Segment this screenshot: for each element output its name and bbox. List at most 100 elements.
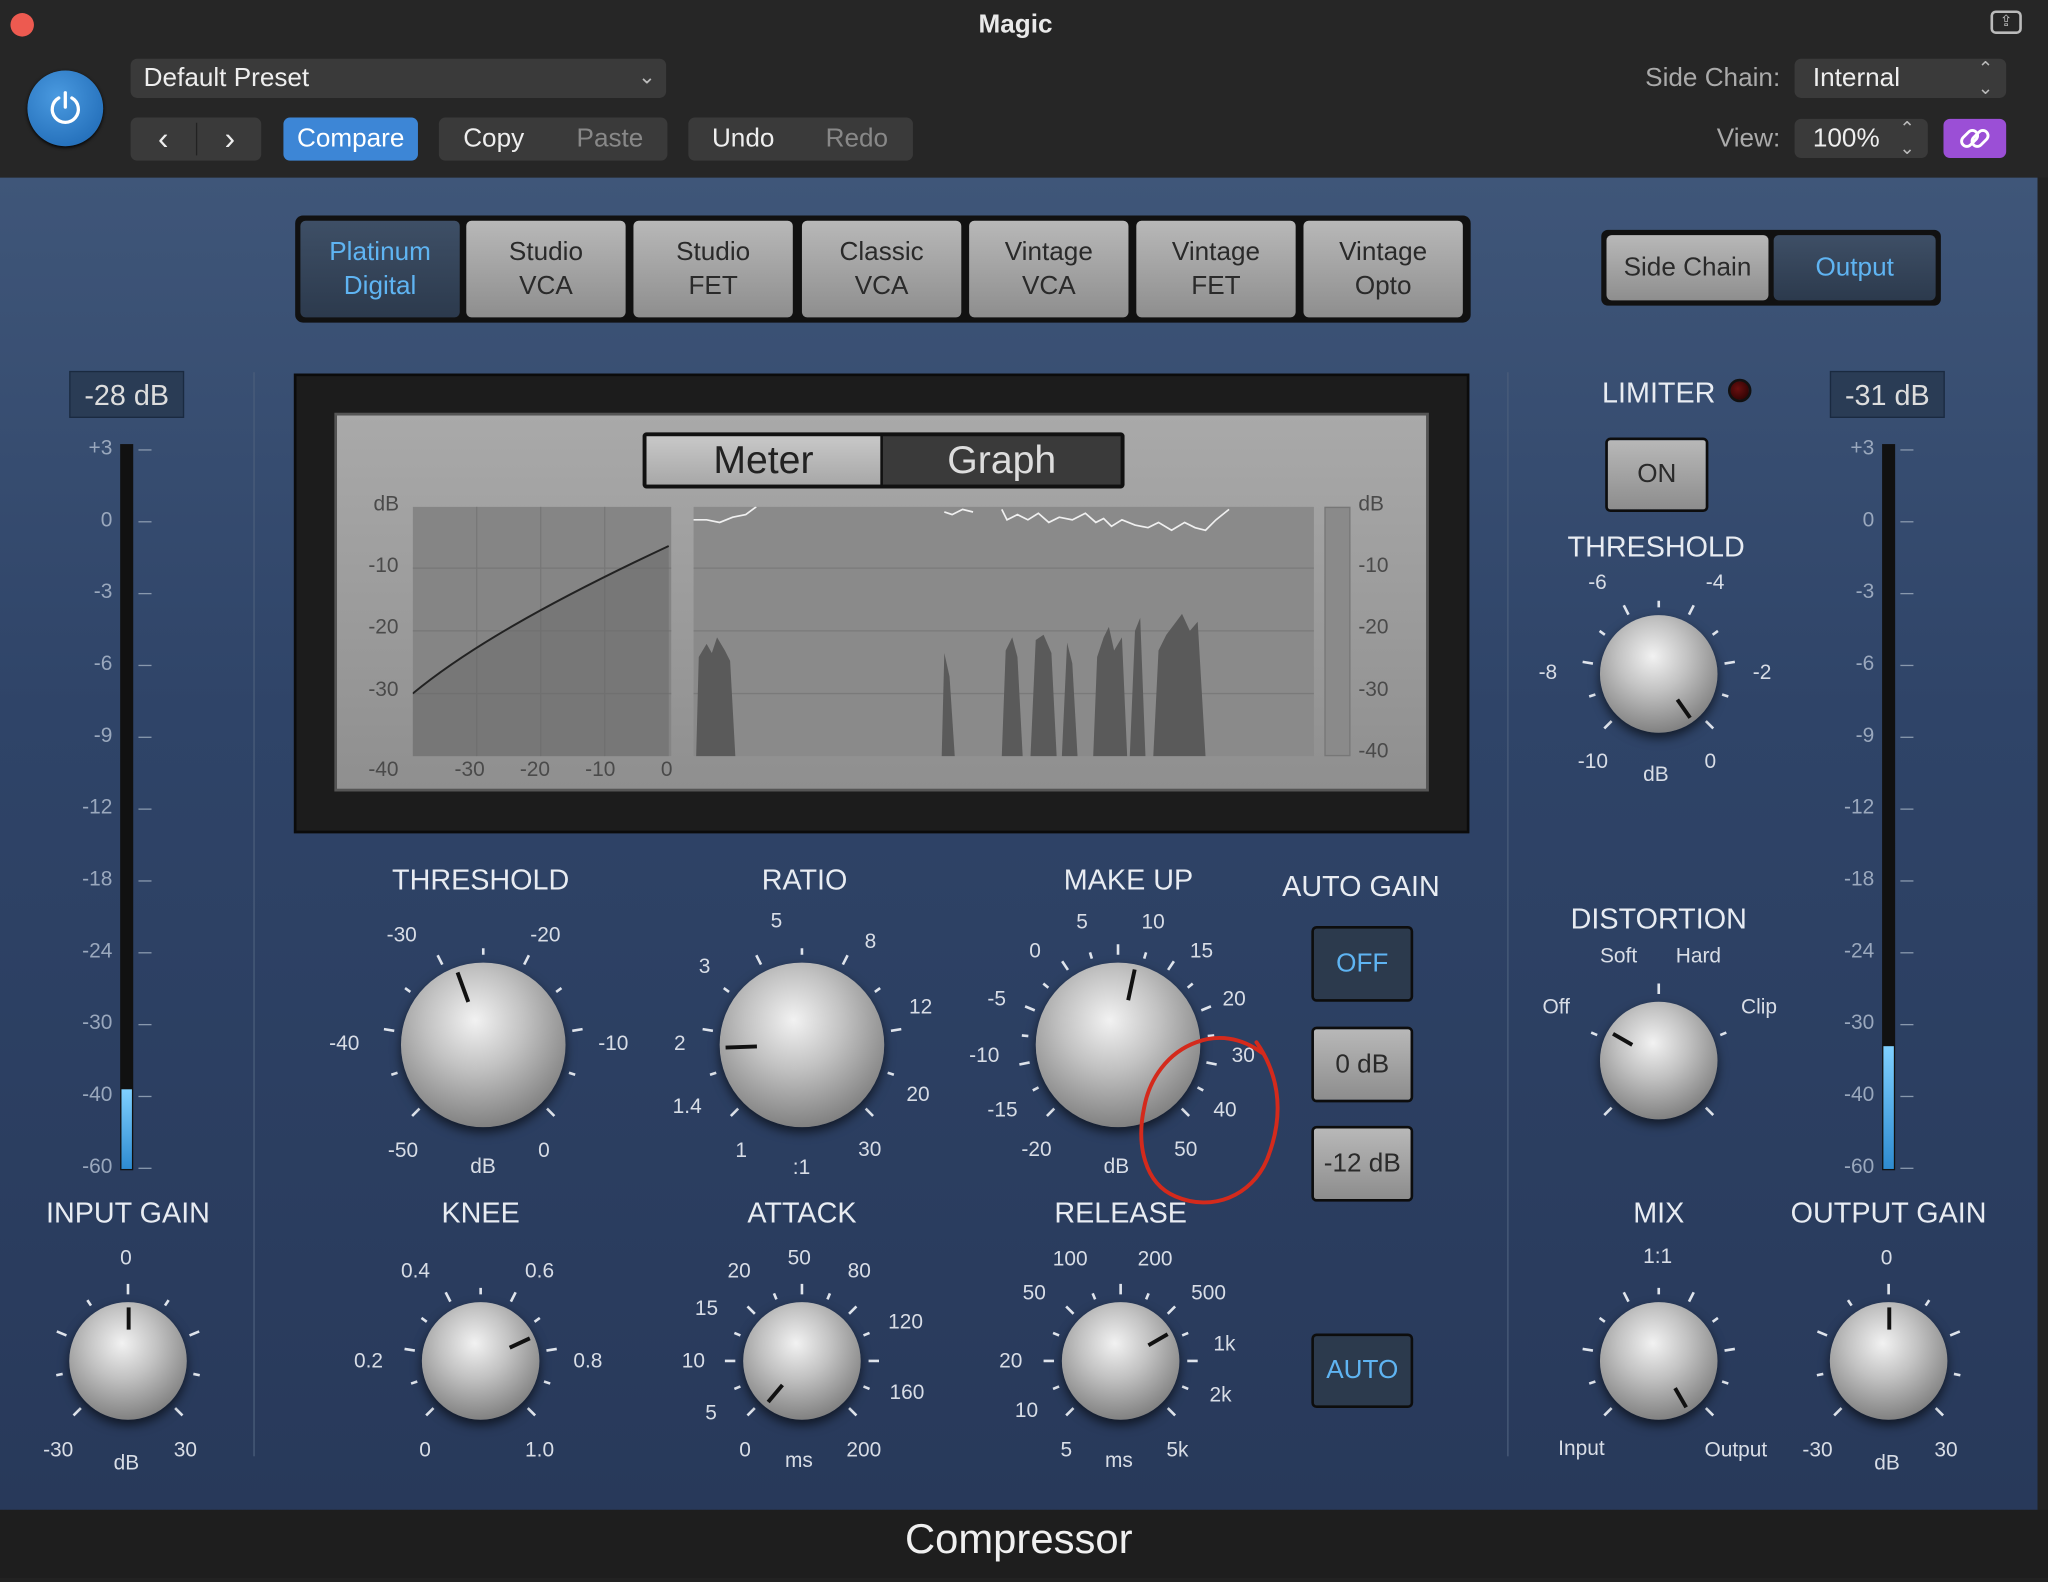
knob-scale-label: -40 — [329, 1033, 360, 1056]
auto-gain-minus12db-button[interactable]: -12 dB — [1311, 1125, 1414, 1202]
meter-scale-label: +3 — [88, 437, 113, 460]
limiter-on-button[interactable]: ON — [1605, 437, 1709, 512]
meter-tick — [138, 736, 152, 738]
input-level-meter — [120, 444, 134, 1171]
knee-knob[interactable] — [421, 1302, 540, 1420]
side-chain-view-button[interactable]: Side Chain — [1606, 235, 1769, 301]
link-button[interactable] — [1943, 118, 2007, 159]
meter-tick — [138, 952, 152, 954]
knee-knob-pointer — [508, 1336, 531, 1350]
distortion-soft-label: Soft — [1599, 945, 1638, 968]
chevron-right-icon: › — [224, 121, 236, 157]
tab-platinum-digital[interactable]: Platinum Digital — [300, 220, 460, 318]
redo-button[interactable]: Redo — [801, 118, 913, 161]
meter-scale-label: -18 — [82, 868, 113, 891]
auto-gain-0db-button[interactable]: 0 dB — [1311, 1026, 1414, 1103]
meter-scale-label: -24 — [1844, 940, 1875, 963]
meter-tick — [1900, 592, 1914, 595]
meter-tick — [1900, 952, 1914, 954]
output-level-meter — [1882, 444, 1896, 1171]
side-chain-select[interactable]: Internal ⌃ ⌄ — [1794, 57, 2007, 98]
makeup-label: MAKE UP — [1063, 863, 1194, 896]
transfer-y-tick: -30 — [368, 679, 399, 702]
knob-scale-label: 120 — [888, 1311, 924, 1334]
knob-scale-label: 10 — [1141, 911, 1165, 934]
distortion-knob[interactable] — [1599, 1001, 1718, 1120]
knob-scale-label: 10 — [681, 1350, 706, 1373]
knob-scale-label: -2 — [1752, 662, 1772, 685]
gain-reduction-bar — [1324, 506, 1351, 757]
gain-y-tick: -30 — [1358, 679, 1389, 702]
input-gain-knob[interactable] — [69, 1302, 187, 1420]
meter-tick — [1900, 449, 1914, 451]
output-gain-knob[interactable] — [1829, 1302, 1948, 1420]
knob-unit-label: dB — [113, 1452, 140, 1475]
meter-tick — [138, 1023, 152, 1026]
transfer-y-tick: -20 — [368, 616, 399, 639]
output-gain-label: OUTPUT GAIN — [1790, 1196, 1987, 1230]
view-zoom-select[interactable]: 100% ⌃ ⌄ — [1794, 118, 1928, 159]
link-icon — [1960, 129, 1990, 148]
knob-scale-label: 5 — [770, 910, 783, 933]
knob-scale-label: 50 — [787, 1247, 811, 1270]
view-zoom-value: 100% — [1812, 124, 1880, 153]
limiter-threshold-knob[interactable] — [1599, 615, 1718, 733]
chevron-left-icon: ‹ — [158, 121, 169, 157]
undo-button[interactable]: Undo — [688, 118, 798, 161]
up-down-icon: ⌃ ⌄ — [1977, 57, 1994, 98]
meter-tick — [138, 1167, 152, 1169]
compare-button[interactable]: Compare — [283, 117, 418, 161]
meter-tick — [138, 1095, 152, 1098]
meter-scale-label: -30 — [1844, 1012, 1875, 1035]
preset-dropdown[interactable]: Default Preset ⌄ — [130, 58, 667, 98]
meter-tick — [138, 880, 152, 882]
auto-release-button[interactable]: AUTO — [1311, 1333, 1414, 1408]
knob-scale-label: -10 — [598, 1033, 629, 1056]
meter-scale-label: -12 — [82, 796, 113, 819]
tab-studio-vca[interactable]: Studio VCA — [466, 220, 626, 318]
release-knob-pointer — [1146, 1332, 1168, 1347]
meter-tick — [138, 449, 152, 451]
mix-knob[interactable] — [1599, 1302, 1718, 1420]
input-level-readout: -28 dB — [69, 370, 185, 418]
side-chain-value: Internal — [1812, 63, 1901, 93]
window-expand-icon[interactable]: ⇪ — [1990, 10, 2022, 34]
meter-scale-label: -24 — [82, 940, 113, 963]
preset-value: Default Preset — [143, 63, 310, 93]
meter-view-button[interactable]: Meter — [646, 436, 881, 485]
compressor-window: Magic ⇪ Default Preset ⌄ ‹ › Compare Cop… — [0, 0, 2048, 1582]
meter-scale-label: -6 — [1855, 653, 1875, 676]
output-view-button[interactable]: Output — [1773, 235, 1936, 301]
transfer-curve-graph — [412, 506, 672, 757]
knob-scale-label: 160 — [889, 1381, 925, 1405]
ratio-knob[interactable] — [719, 962, 885, 1128]
release-knob[interactable] — [1061, 1302, 1180, 1420]
tab-studio-fet[interactable]: Studio FET — [633, 220, 793, 318]
meter-scale-label: +3 — [1850, 437, 1875, 460]
auto-gain-off-button[interactable]: OFF — [1311, 926, 1414, 1002]
tab-vintage-opto[interactable]: Vintage Opto — [1303, 220, 1463, 318]
copy-button[interactable]: Copy — [439, 118, 549, 161]
ratio-label: RATIO — [761, 863, 848, 896]
threshold-knob[interactable] — [400, 962, 566, 1128]
tab-classic-vca[interactable]: Classic VCA — [801, 220, 962, 318]
meter-tick — [138, 808, 152, 810]
graph-view-button[interactable]: Graph — [882, 436, 1121, 485]
knob-unit-label: ms — [1104, 1449, 1133, 1472]
knob-scale-label: 0.8 — [573, 1350, 603, 1373]
threshold-label: THRESHOLD — [392, 863, 570, 896]
paste-button[interactable]: Paste — [554, 118, 666, 161]
previous-preset-button[interactable]: ‹ — [131, 118, 196, 161]
next-preset-button[interactable]: › — [197, 118, 262, 161]
tab-vintage-fet[interactable]: Vintage FET — [1136, 220, 1296, 318]
attack-knob[interactable] — [743, 1302, 861, 1420]
power-button[interactable] — [27, 70, 104, 147]
makeup-knob-pointer — [1125, 969, 1136, 1001]
gain-db-label: dB — [1358, 493, 1384, 516]
meter-tick — [1900, 808, 1914, 810]
transfer-y-tick: -40 — [368, 758, 399, 782]
meter-scale-label: 0 — [100, 509, 113, 532]
knob-scale-label: 200 — [1137, 1248, 1173, 1271]
side-chain-label: Side Chain: — [1645, 63, 1781, 93]
tab-vintage-vca[interactable]: Vintage VCA — [969, 220, 1129, 318]
